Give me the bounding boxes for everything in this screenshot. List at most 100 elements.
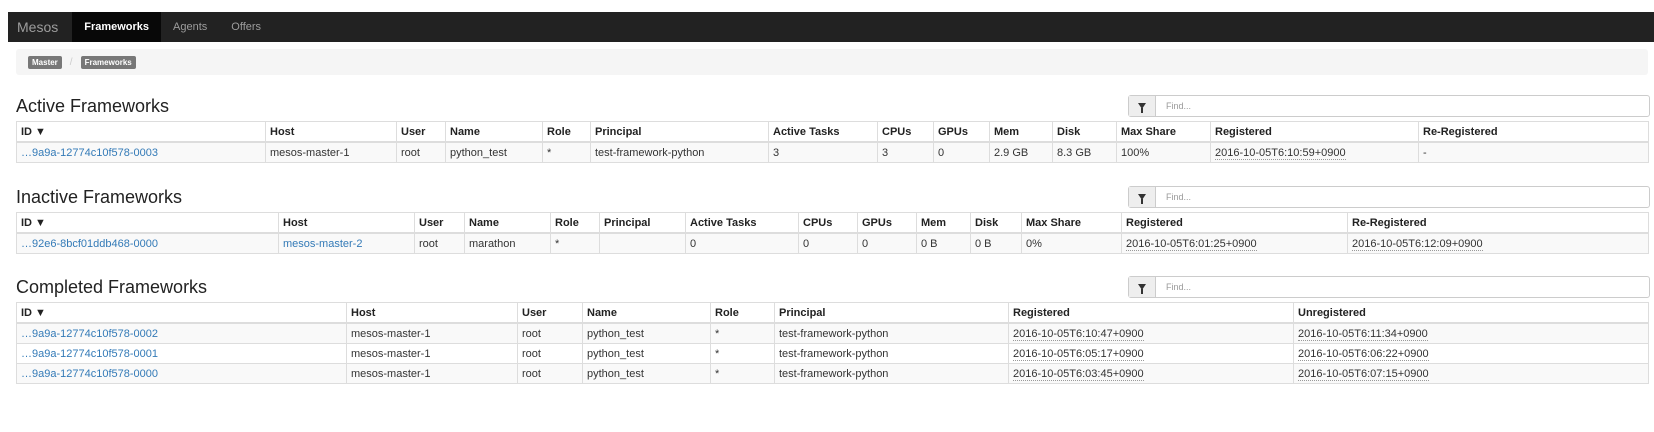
column-header-user[interactable]: User bbox=[517, 302, 583, 324]
top-navbar: Mesos Frameworks Agents Offers bbox=[8, 12, 1654, 42]
nav-frameworks[interactable]: Frameworks bbox=[72, 12, 162, 42]
section-title: Completed Frameworks bbox=[16, 277, 208, 297]
cell-role: * bbox=[710, 363, 775, 384]
timestamp: 2016-10-05T6:01:25+0900 bbox=[1126, 237, 1257, 251]
timestamp: 2016-10-05T6:11:34+0900 bbox=[1298, 327, 1428, 341]
cell-cpus: 0 bbox=[798, 232, 858, 254]
column-header-registered[interactable]: Registered bbox=[1008, 302, 1294, 324]
table-row: …9a9a-12774c10f578-0002 mesos-master-1 roo… bbox=[16, 322, 1649, 344]
breadcrumb: Master / Frameworks bbox=[16, 49, 1648, 75]
completed-find-input[interactable] bbox=[1156, 277, 1649, 297]
cell-user: root bbox=[517, 363, 583, 384]
cell-role: * bbox=[710, 322, 775, 344]
cell-principal: test-framework-python bbox=[590, 141, 769, 163]
column-header-user[interactable]: User bbox=[396, 121, 446, 143]
cell-gpus: 0 bbox=[857, 232, 917, 254]
cell-name: python_test bbox=[582, 343, 711, 364]
filter-box bbox=[1128, 276, 1650, 298]
cell-id[interactable]: …9a9a-12774c10f578-0001 bbox=[16, 343, 347, 364]
timestamp: 2016-10-05T6:10:47+0900 bbox=[1013, 327, 1144, 341]
filter-icon bbox=[1129, 96, 1156, 116]
cell-principal: test-framework-python bbox=[774, 363, 1009, 384]
cell-id[interactable]: …9a9a-12774c10f578-0002 bbox=[16, 322, 347, 344]
column-header-principal[interactable]: Principal bbox=[590, 121, 769, 143]
cell-disk: 0 B bbox=[970, 232, 1022, 254]
cell-role: * bbox=[542, 141, 591, 163]
column-header-max-share[interactable]: Max Share bbox=[1021, 212, 1122, 234]
cell-name: marathon bbox=[464, 232, 551, 254]
column-header-disk[interactable]: Disk bbox=[1052, 121, 1117, 143]
column-header-id[interactable]: ID ▼ bbox=[16, 302, 347, 324]
active-find-input[interactable] bbox=[1156, 96, 1649, 116]
active-frameworks-table: ID ▼ Host User Name Role Principal Active Task… bbox=[16, 121, 1649, 163]
filter-box bbox=[1128, 95, 1650, 117]
column-header-re-registered[interactable]: Re-Registered bbox=[1347, 212, 1649, 234]
filter-icon bbox=[1129, 187, 1156, 207]
column-header-gpus[interactable]: GPUs bbox=[933, 121, 990, 143]
brand-logo[interactable]: Mesos bbox=[8, 12, 72, 42]
table-row: …9a9a-12774c10f578-0000 mesos-master-1 roo… bbox=[16, 363, 1649, 384]
cell-host: mesos-master-1 bbox=[346, 343, 518, 364]
cell-active-tasks: 3 bbox=[768, 141, 878, 163]
breadcrumb-master[interactable]: Master bbox=[28, 55, 62, 69]
cell-registered: 2016-10-05T6:03:45+0900 bbox=[1008, 363, 1294, 384]
column-header-mem[interactable]: Mem bbox=[989, 121, 1053, 143]
column-header-name[interactable]: Name bbox=[582, 302, 711, 324]
column-header-user[interactable]: User bbox=[414, 212, 465, 234]
cell-name: python_test bbox=[582, 363, 711, 384]
column-header-id[interactable]: ID ▼ bbox=[16, 212, 279, 234]
column-header-registered[interactable]: Registered bbox=[1210, 121, 1419, 143]
cell-id[interactable]: …9a9a-12774c10f578-0000 bbox=[16, 363, 347, 384]
column-header-role[interactable]: Role bbox=[542, 121, 591, 143]
column-header-name[interactable]: Name bbox=[464, 212, 551, 234]
section-title: Inactive Frameworks bbox=[16, 187, 183, 207]
nav-agents[interactable]: Agents bbox=[161, 12, 219, 42]
cell-principal bbox=[599, 232, 686, 254]
column-header-mem[interactable]: Mem bbox=[916, 212, 971, 234]
column-header-active-tasks[interactable]: Active Tasks bbox=[685, 212, 799, 234]
column-header-gpus[interactable]: GPUs bbox=[857, 212, 917, 234]
cell-mem: 0 B bbox=[916, 232, 971, 254]
cell-name: python_test bbox=[582, 322, 711, 344]
cell-id[interactable]: …92e6-8bcf01ddb468-0000 bbox=[16, 232, 279, 254]
breadcrumb-frameworks: Frameworks bbox=[80, 55, 136, 69]
nav-offers[interactable]: Offers bbox=[219, 12, 273, 42]
inactive-find-input[interactable] bbox=[1156, 187, 1649, 207]
timestamp: 2016-10-05T6:06:22+0900 bbox=[1298, 347, 1429, 361]
column-header-name[interactable]: Name bbox=[445, 121, 543, 143]
column-header-max-share[interactable]: Max Share bbox=[1116, 121, 1211, 143]
column-header-cpus[interactable]: CPUs bbox=[798, 212, 858, 234]
column-header-host[interactable]: Host bbox=[278, 212, 415, 234]
cell-role: * bbox=[710, 343, 775, 364]
column-header-host[interactable]: Host bbox=[346, 302, 518, 324]
cell-principal: test-framework-python bbox=[774, 343, 1009, 364]
section-title: Active Frameworks bbox=[16, 96, 170, 116]
column-header-role[interactable]: Role bbox=[550, 212, 600, 234]
column-header-principal[interactable]: Principal bbox=[599, 212, 686, 234]
column-header-disk[interactable]: Disk bbox=[970, 212, 1022, 234]
column-header-re-registered[interactable]: Re-Registered bbox=[1418, 121, 1649, 143]
cell-unregistered: 2016-10-05T6:07:15+0900 bbox=[1293, 363, 1649, 384]
table-row: …9a9a-12774c10f578-0003 mesos-master-1 roo… bbox=[16, 141, 1649, 163]
timestamp: 2016-10-05T6:03:45+0900 bbox=[1013, 367, 1144, 381]
cell-host[interactable]: mesos-master-2 bbox=[278, 232, 415, 254]
column-header-role[interactable]: Role bbox=[710, 302, 775, 324]
column-header-id[interactable]: ID ▼ bbox=[16, 121, 266, 143]
column-header-registered[interactable]: Registered bbox=[1121, 212, 1348, 234]
cell-user: root bbox=[414, 232, 465, 254]
cell-user: root bbox=[396, 141, 446, 163]
cell-unregistered: 2016-10-05T6:11:34+0900 bbox=[1293, 322, 1649, 344]
column-header-principal[interactable]: Principal bbox=[774, 302, 1009, 324]
cell-user: root bbox=[517, 343, 583, 364]
cell-max-share: 0% bbox=[1021, 232, 1122, 254]
column-header-unregistered[interactable]: Unregistered bbox=[1293, 302, 1649, 324]
cell-name: python_test bbox=[445, 141, 543, 163]
cell-host: mesos-master-1 bbox=[346, 363, 518, 384]
cell-role: * bbox=[550, 232, 600, 254]
cell-id[interactable]: …9a9a-12774c10f578-0003 bbox=[16, 141, 266, 163]
table-row: …92e6-8bcf01ddb468-0000 mesos-master-2 roo… bbox=[16, 232, 1649, 254]
column-header-host[interactable]: Host bbox=[265, 121, 397, 143]
cell-mem: 2.9 GB bbox=[989, 141, 1053, 163]
column-header-cpus[interactable]: CPUs bbox=[877, 121, 934, 143]
column-header-active-tasks[interactable]: Active Tasks bbox=[768, 121, 878, 143]
